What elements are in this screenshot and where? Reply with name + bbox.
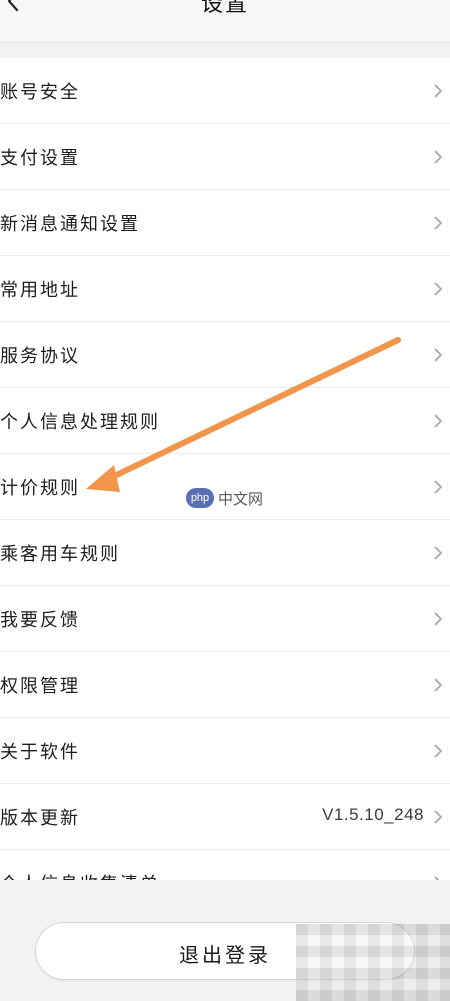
row-label: 版本更新 xyxy=(0,808,80,829)
settings-row-addresses[interactable]: 常用地址 xyxy=(0,256,450,322)
settings-row-payment[interactable]: 支付设置 xyxy=(0,124,450,190)
settings-row-service-agreement[interactable]: 服务协议 xyxy=(0,322,450,388)
settings-row-info-collection-list[interactable]: 个人信息收集清单 xyxy=(0,850,450,880)
row-label: 个人信息处理规则 xyxy=(0,412,160,433)
header-bar: 设置 xyxy=(0,0,450,43)
settings-row-personal-info-rules[interactable]: 个人信息处理规则 xyxy=(0,388,450,454)
row-label: 乘客用车规则 xyxy=(0,544,120,565)
settings-list: 账号安全 支付设置 新消息通知设置 常用地址 服务协议 个人信息处理规则 计价规… xyxy=(0,58,450,880)
chevron-right-icon xyxy=(434,546,443,560)
row-label: 常用地址 xyxy=(0,280,80,301)
row-label: 我要反馈 xyxy=(0,610,80,631)
version-value: V1.5.10_248 xyxy=(322,805,424,824)
chevron-right-icon xyxy=(434,150,443,164)
settings-row-version-update[interactable]: 版本更新 V1.5.10_248 xyxy=(0,784,450,850)
watermark-text: 中文网 xyxy=(218,490,264,508)
row-label: 新消息通知设置 xyxy=(0,214,140,235)
row-label: 支付设置 xyxy=(0,148,80,169)
php-logo: php xyxy=(186,488,214,508)
chevron-right-icon xyxy=(434,216,443,230)
settings-row-about[interactable]: 关于软件 xyxy=(0,718,450,784)
chevron-right-icon xyxy=(434,480,443,494)
row-label: 个人信息收集清单 xyxy=(0,870,160,880)
chevron-right-icon xyxy=(434,282,443,296)
settings-row-permissions[interactable]: 权限管理 xyxy=(0,652,450,718)
row-label: 权限管理 xyxy=(0,676,80,697)
pixelated-overlay xyxy=(296,924,450,1001)
row-label: 账号安全 xyxy=(0,82,80,103)
settings-row-notifications[interactable]: 新消息通知设置 xyxy=(0,190,450,256)
settings-row-pricing-rules[interactable]: 计价规则 xyxy=(0,454,450,520)
row-label: 关于软件 xyxy=(0,742,80,763)
settings-row-account-security[interactable]: 账号安全 xyxy=(0,58,450,124)
chevron-right-icon xyxy=(434,744,443,758)
chevron-right-icon xyxy=(434,84,443,98)
chevron-right-icon xyxy=(434,876,440,880)
row-label: 计价规则 xyxy=(0,478,80,499)
settings-row-passenger-rules[interactable]: 乘客用车规则 xyxy=(0,520,450,586)
row-label: 服务协议 xyxy=(0,346,80,367)
settings-row-feedback[interactable]: 我要反馈 xyxy=(0,586,450,652)
chevron-right-icon xyxy=(434,612,443,626)
chevron-right-icon xyxy=(434,810,443,824)
chevron-right-icon xyxy=(434,678,443,692)
chevron-right-icon xyxy=(434,348,443,362)
chevron-right-icon xyxy=(434,414,443,428)
page-title: 设置 xyxy=(200,0,249,17)
